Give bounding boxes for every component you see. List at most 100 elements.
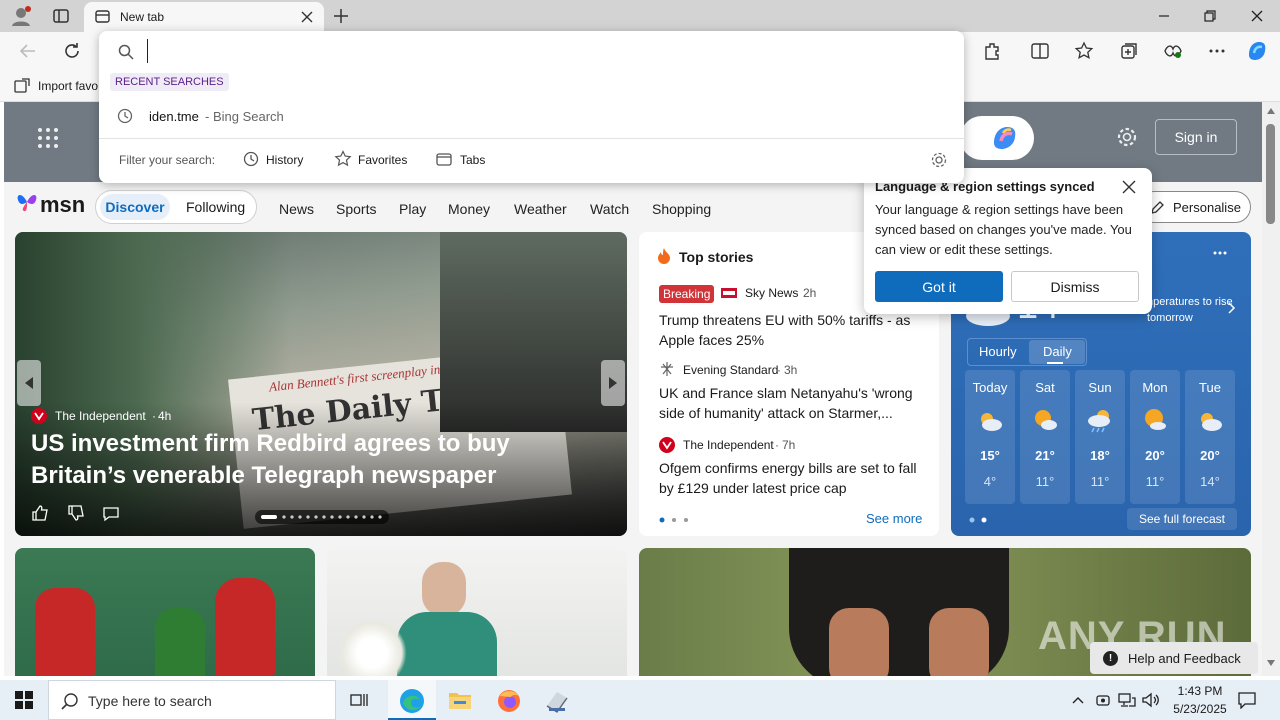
clock-date[interactable]: 5/23/2025 [1166,702,1234,716]
apps-grid-icon[interactable] [36,126,60,150]
clock-time[interactable]: 1:43 PM [1172,684,1228,698]
see-full-forecast-button[interactable]: See full forecast [1127,508,1237,530]
filter-favorites-button[interactable]: Favorites [334,149,414,169]
copilot-icon[interactable] [1245,39,1269,63]
profile-icon[interactable] [10,5,32,27]
hero-headline[interactable]: US investment firm Redbird agrees to buy… [31,428,611,492]
import-favorites-link[interactable]: Import favo [38,79,98,93]
like-icon[interactable] [31,504,49,522]
nav-money[interactable]: Money [448,201,490,217]
app-icon[interactable] [544,688,570,714]
sign-in-button[interactable]: Sign in [1155,119,1237,155]
sports-news-card[interactable] [15,548,315,676]
network-icon[interactable] [1118,692,1136,708]
close-tab-icon[interactable] [300,10,314,24]
filter-tabs-button[interactable]: Tabs [435,149,495,169]
favorites-star-icon[interactable] [1074,41,1094,61]
browser-essentials-icon[interactable] [1163,41,1183,61]
story-3-source[interactable]: The Independent [683,438,774,452]
forecast-high: 21° [1035,448,1055,463]
file-explorer-icon[interactable] [448,689,472,711]
volume-icon[interactable] [1142,692,1160,708]
copilot-search-button[interactable] [960,116,1034,160]
weather-note[interactable]: nperatures to rise tomorrow [1147,294,1239,326]
got-it-button[interactable]: Got it [875,271,1003,302]
health-news-card[interactable] [327,548,627,676]
tab-actions-icon[interactable] [52,7,70,25]
story-1-headline[interactable]: Trump threatens EU with 50% tariffs - as… [659,310,927,350]
forecast-day[interactable]: Mon 20° 11° [1130,370,1180,504]
page-settings-gear-icon[interactable] [1116,126,1138,148]
hero-source[interactable]: The Independent [55,409,146,423]
story-1-dot: · [795,286,799,300]
tabs-icon [436,153,452,166]
story-2-headline[interactable]: UK and France slam Netanyahu's 'wrong si… [659,383,927,423]
tab-new-tab[interactable]: New tab [84,2,324,32]
nav-watch[interactable]: Watch [590,201,629,217]
forecast-day[interactable]: Tue 20° 14° [1185,370,1235,504]
page-scrollbar[interactable] [1262,102,1280,676]
scroll-down-icon[interactable] [1267,660,1275,666]
nav-shopping[interactable]: Shopping [652,201,711,217]
start-button[interactable] [0,680,48,720]
personalise-button[interactable]: Personalise [1138,191,1251,223]
import-favorites-icon[interactable] [14,78,30,94]
story-3-headline[interactable]: Ofgem confirms energy bills are set to f… [659,458,927,498]
help-feedback-button[interactable]: ! Help and Feedback [1090,642,1258,674]
story-2-time: 3h [784,363,798,377]
task-view-icon[interactable] [350,691,370,709]
hero-card[interactable]: Alan Bennett's first screenplay in 40 ye… [15,232,627,536]
forecast-day[interactable]: Sun 18° 11° [1075,370,1125,504]
nav-weather[interactable]: Weather [514,201,567,217]
recent-search-item[interactable]: iden.tme - Bing Search [99,101,964,131]
edge-taskbar-button[interactable] [388,680,436,720]
close-window-icon[interactable] [1249,8,1265,24]
story-1-source[interactable]: Sky News [745,286,798,300]
nav-sports[interactable]: Sports [336,201,376,217]
dismiss-button[interactable]: Dismiss [1011,271,1139,302]
nav-news[interactable]: News [279,201,314,217]
chevron-right-icon[interactable] [1227,302,1237,314]
dislike-icon[interactable] [67,504,85,522]
settings-gear-icon[interactable] [930,151,948,169]
tab-following[interactable]: Following [186,199,245,215]
show-hidden-icons-chevron-up-icon[interactable] [1071,693,1085,707]
carousel-prev-button[interactable] [17,360,41,406]
security-icon[interactable] [1095,692,1111,708]
tab-discover[interactable]: Discover [100,194,170,220]
more-options-icon[interactable] [1207,41,1227,61]
restore-icon[interactable] [1202,8,1218,24]
filter-tabs-label: Tabs [460,153,486,167]
comment-icon[interactable] [102,505,120,523]
copilot-logo-icon [994,127,1016,149]
collections-icon[interactable] [1119,41,1139,61]
filter-history-button[interactable]: History [242,149,312,169]
msn-logo[interactable]: msn [40,192,85,218]
see-more-link[interactable]: See more [866,511,922,526]
new-tab-plus-icon[interactable] [332,7,350,25]
address-input[interactable] [147,39,937,63]
forecast-day[interactable]: Sat 21° 11° [1020,370,1070,504]
extensions-icon[interactable] [982,41,1002,61]
tab-hourly[interactable]: Hourly [979,344,1017,359]
forecast-day[interactable]: Today 15° 4° [965,370,1015,504]
back-icon[interactable] [18,41,38,61]
firefox-icon[interactable] [496,688,522,714]
tab-title: New tab [120,10,165,24]
tab-daily-label: Daily [1043,344,1072,359]
divider [99,138,964,139]
minimize-icon[interactable] [1156,9,1172,23]
notifications-icon[interactable] [1238,691,1256,709]
refresh-icon[interactable] [62,41,82,61]
nav-play[interactable]: Play [399,201,426,217]
carousel-next-button[interactable] [601,360,625,406]
person-head [422,562,466,616]
forecast-day-name: Today [972,380,1008,395]
popup-close-icon[interactable] [1122,180,1136,194]
taskbar-search-box[interactable]: Type here to search [48,680,336,720]
scroll-up-icon[interactable] [1267,108,1275,114]
story-2-source[interactable]: Evening Standard [683,363,778,377]
split-screen-icon[interactable] [1030,41,1050,61]
scroll-thumb[interactable] [1266,124,1275,224]
weather-more-icon[interactable] [1213,250,1227,256]
